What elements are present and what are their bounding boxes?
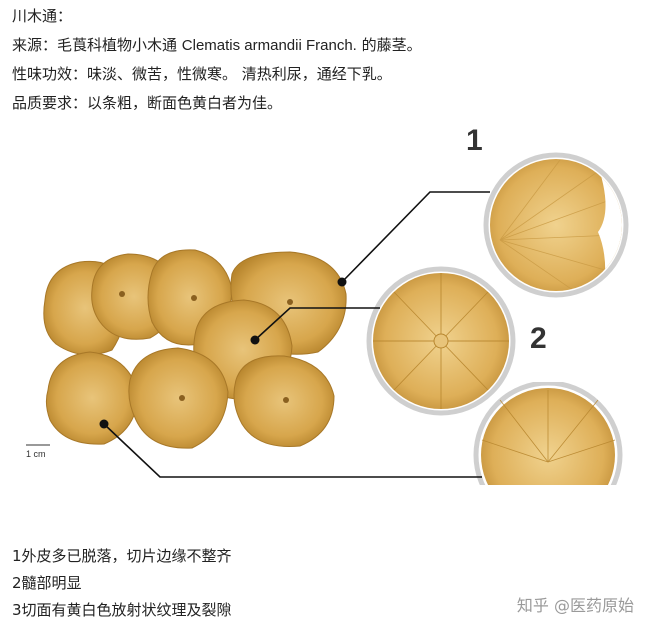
slice-cluster	[43, 249, 347, 449]
marker-dot	[250, 335, 260, 345]
pith	[287, 299, 293, 305]
watermark: 知乎 @医药原始	[516, 596, 634, 615]
zoom-circle-1	[483, 152, 629, 298]
label-1: 1	[466, 124, 483, 157]
note-1: 1外皮多已脱落，切片边缘不整齐	[12, 547, 232, 565]
note-2: 2髓部明显	[12, 574, 82, 592]
label-2: 2	[530, 322, 547, 355]
pith	[191, 295, 197, 301]
zoom-circle-2	[366, 266, 516, 416]
marker-dot	[337, 277, 347, 287]
slice	[128, 347, 229, 449]
pith	[179, 395, 185, 401]
pith	[283, 397, 289, 403]
herb-slices-figure	[26, 152, 629, 485]
pith	[119, 291, 125, 297]
zoom-circle-3	[473, 382, 623, 485]
slice	[45, 351, 139, 445]
scale-label: 1 cm	[26, 449, 46, 459]
note-3: 3切面有黄白色放射状纹理及裂隙	[12, 601, 232, 619]
marker-dot	[99, 419, 109, 429]
